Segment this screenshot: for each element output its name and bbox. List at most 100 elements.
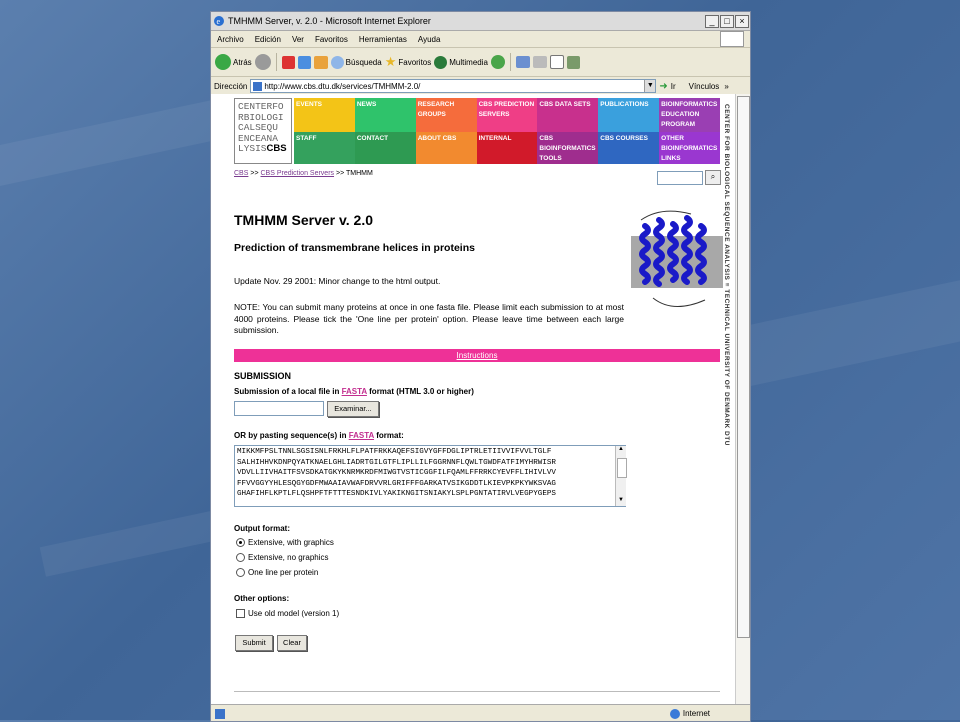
nav-item[interactable]: STAFF — [294, 132, 355, 164]
radio-selected[interactable] — [236, 538, 245, 547]
output-option-label: Extensive, with graphics — [248, 538, 334, 547]
nav-item[interactable]: CONTACT — [354, 132, 416, 164]
nav-item[interactable]: BIOINFORMATICS EDUCATION PROGRAM — [659, 98, 720, 132]
fasta-link[interactable]: FASTA — [349, 431, 374, 440]
paste-label-text: OR by pasting sequence(s) in — [234, 431, 349, 440]
links-label[interactable]: Vínculos — [689, 82, 720, 91]
nav-item[interactable]: OTHER BIOINFORMATICS LINKS — [659, 132, 720, 164]
browser-window: e TMHMM Server, v. 2.0 - Microsoft Inter… — [210, 11, 751, 722]
scroll-up-icon[interactable]: ▲ — [616, 446, 626, 455]
multimedia-button[interactable]: Multimedia — [434, 55, 488, 69]
page-status-icon — [215, 708, 225, 719]
back-button[interactable]: Atrás — [215, 54, 252, 70]
breadcrumb: CBS >> CBS Prediction Servers >> TMHMM — [234, 170, 373, 177]
output-option[interactable]: One line per protein — [236, 568, 318, 577]
nav-item[interactable]: CBS DATA SETS — [537, 98, 599, 132]
output-option-label: Extensive, no graphics — [248, 553, 329, 562]
menu-archivo[interactable]: Archivo — [217, 35, 244, 44]
print-icon[interactable] — [532, 56, 547, 68]
search-icon — [330, 55, 344, 69]
nav-item[interactable]: CBS COURSES — [598, 132, 660, 164]
nav-item[interactable]: CBS BIOINFORMATICS TOOLS — [537, 132, 599, 164]
output-option[interactable]: Extensive, no graphics — [236, 553, 329, 562]
file-path-input[interactable] — [234, 401, 324, 416]
edit-icon[interactable] — [549, 55, 564, 69]
menu-ayuda[interactable]: Ayuda — [418, 35, 441, 44]
sequence-textarea[interactable]: MIKKMFPSLTNNLSGSISNLFRKHLFLPATFRKKAQEFSI… — [234, 445, 626, 507]
logo-line: CENTERFO — [238, 101, 284, 112]
menu-ver[interactable]: Ver — [292, 35, 304, 44]
submit-button[interactable]: Submit — [235, 635, 273, 651]
file-label-text: Submission of a local file in — [234, 387, 342, 396]
nav-item[interactable]: NEWS — [354, 98, 416, 132]
breadcrumb-prediction-servers[interactable]: CBS Prediction Servers — [261, 170, 335, 177]
nav-item[interactable]: RESEARCH GROUPS — [415, 98, 477, 132]
scroll-thumb[interactable] — [617, 458, 627, 478]
divider — [234, 691, 720, 692]
windows-flag-icon — [720, 31, 744, 47]
back-label: Atrás — [233, 57, 252, 67]
breadcrumb-cbs[interactable]: CBS — [234, 170, 248, 177]
favorites-button[interactable]: ★ Favoritos — [385, 54, 432, 70]
search-button[interactable]: Búsqueda — [330, 55, 382, 69]
radio[interactable] — [236, 568, 245, 577]
toolbar: Atrás Búsqueda ★ Favoritos Multimedia — [211, 48, 750, 77]
page-scroll-thumb[interactable] — [737, 96, 750, 638]
breadcrumb-sep: >> — [335, 170, 345, 177]
page-subtitle: Prediction of transmembrane helices in p… — [234, 242, 475, 254]
checkbox[interactable] — [236, 609, 245, 618]
nav-item[interactable]: INTERNAL — [476, 132, 538, 164]
stop-icon[interactable] — [281, 55, 295, 69]
nav-item[interactable]: CBS PREDICTION SERVERS — [476, 98, 538, 132]
other-options-heading: Other options: — [234, 594, 290, 603]
file-label: Submission of a local file in FASTA form… — [234, 387, 474, 396]
zone-label: Internet — [682, 709, 710, 718]
textarea-scrollbar[interactable]: ▲ ▼ — [615, 446, 627, 506]
refresh-icon[interactable] — [297, 55, 311, 69]
menu-edicion[interactable]: Edición — [255, 35, 281, 44]
site-search-button[interactable]: ⌕ — [705, 170, 721, 185]
site-search-input[interactable] — [657, 171, 703, 185]
logo-line: CALSEQU — [238, 122, 278, 133]
star-icon: ★ — [384, 54, 397, 69]
nav-item[interactable]: EVENTS — [294, 98, 355, 132]
title-bar: e TMHMM Server, v. 2.0 - Microsoft Inter… — [211, 12, 750, 31]
messenger-icon[interactable] — [566, 55, 580, 69]
old-model-option[interactable]: Use old model (version 1) — [236, 609, 339, 618]
output-format-heading: Output format: — [234, 524, 290, 533]
submission-note: NOTE: You can submit many proteins at on… — [234, 302, 624, 335]
close-button[interactable]: × — [735, 14, 749, 28]
output-option[interactable]: Extensive, with graphics — [236, 538, 334, 547]
address-dropdown-icon[interactable]: ▼ — [644, 80, 656, 92]
nav-item[interactable]: ABOUT CBS — [415, 132, 477, 164]
menu-favoritos[interactable]: Favoritos — [315, 35, 348, 44]
cbs-logo[interactable]: CENTERFO RBIOLOGI CALSEQU ENCEANA LYSISC… — [234, 98, 292, 164]
page-scrollbar[interactable] — [735, 94, 750, 704]
minimize-button[interactable]: _ — [705, 14, 719, 28]
go-button[interactable]: Ir — [671, 82, 676, 91]
instructions-link[interactable]: Instructions — [234, 349, 720, 362]
fasta-link[interactable]: FASTA — [342, 387, 367, 396]
logo-line: LYSIS — [238, 143, 267, 154]
go-arrow-icon[interactable]: ➜ — [659, 81, 667, 92]
menu-herramientas[interactable]: Herramientas — [359, 35, 407, 44]
forward-button[interactable] — [254, 54, 271, 70]
submission-heading: SUBMISSION — [234, 371, 292, 381]
clear-button[interactable]: Clear — [277, 635, 307, 651]
nav-item[interactable]: PUBLICATIONS — [598, 98, 660, 132]
maximize-button[interactable]: □ — [720, 14, 734, 28]
nav-grid: EVENTS NEWS RESEARCH GROUPS CBS PREDICTION … — [294, 98, 720, 164]
radio[interactable] — [236, 553, 245, 562]
mail-icon[interactable] — [515, 56, 530, 68]
home-icon[interactable] — [313, 55, 328, 69]
address-input[interactable]: http://www.cbs.dtu.dk/services/TMHMM-2.0… — [250, 79, 657, 93]
breadcrumb-current: TMHMM — [346, 170, 373, 177]
toolbar-separator — [275, 53, 277, 71]
update-note: Update Nov. 29 2001: Minor change to the… — [234, 276, 441, 286]
history-icon[interactable] — [490, 55, 505, 69]
page-icon — [253, 81, 263, 91]
paste-label: OR by pasting sequence(s) in FASTA forma… — [234, 431, 404, 440]
scroll-down-icon[interactable]: ▼ — [616, 497, 626, 506]
chevron-right-icon[interactable]: » — [724, 82, 728, 91]
browse-button[interactable]: Examinar... — [327, 401, 379, 417]
